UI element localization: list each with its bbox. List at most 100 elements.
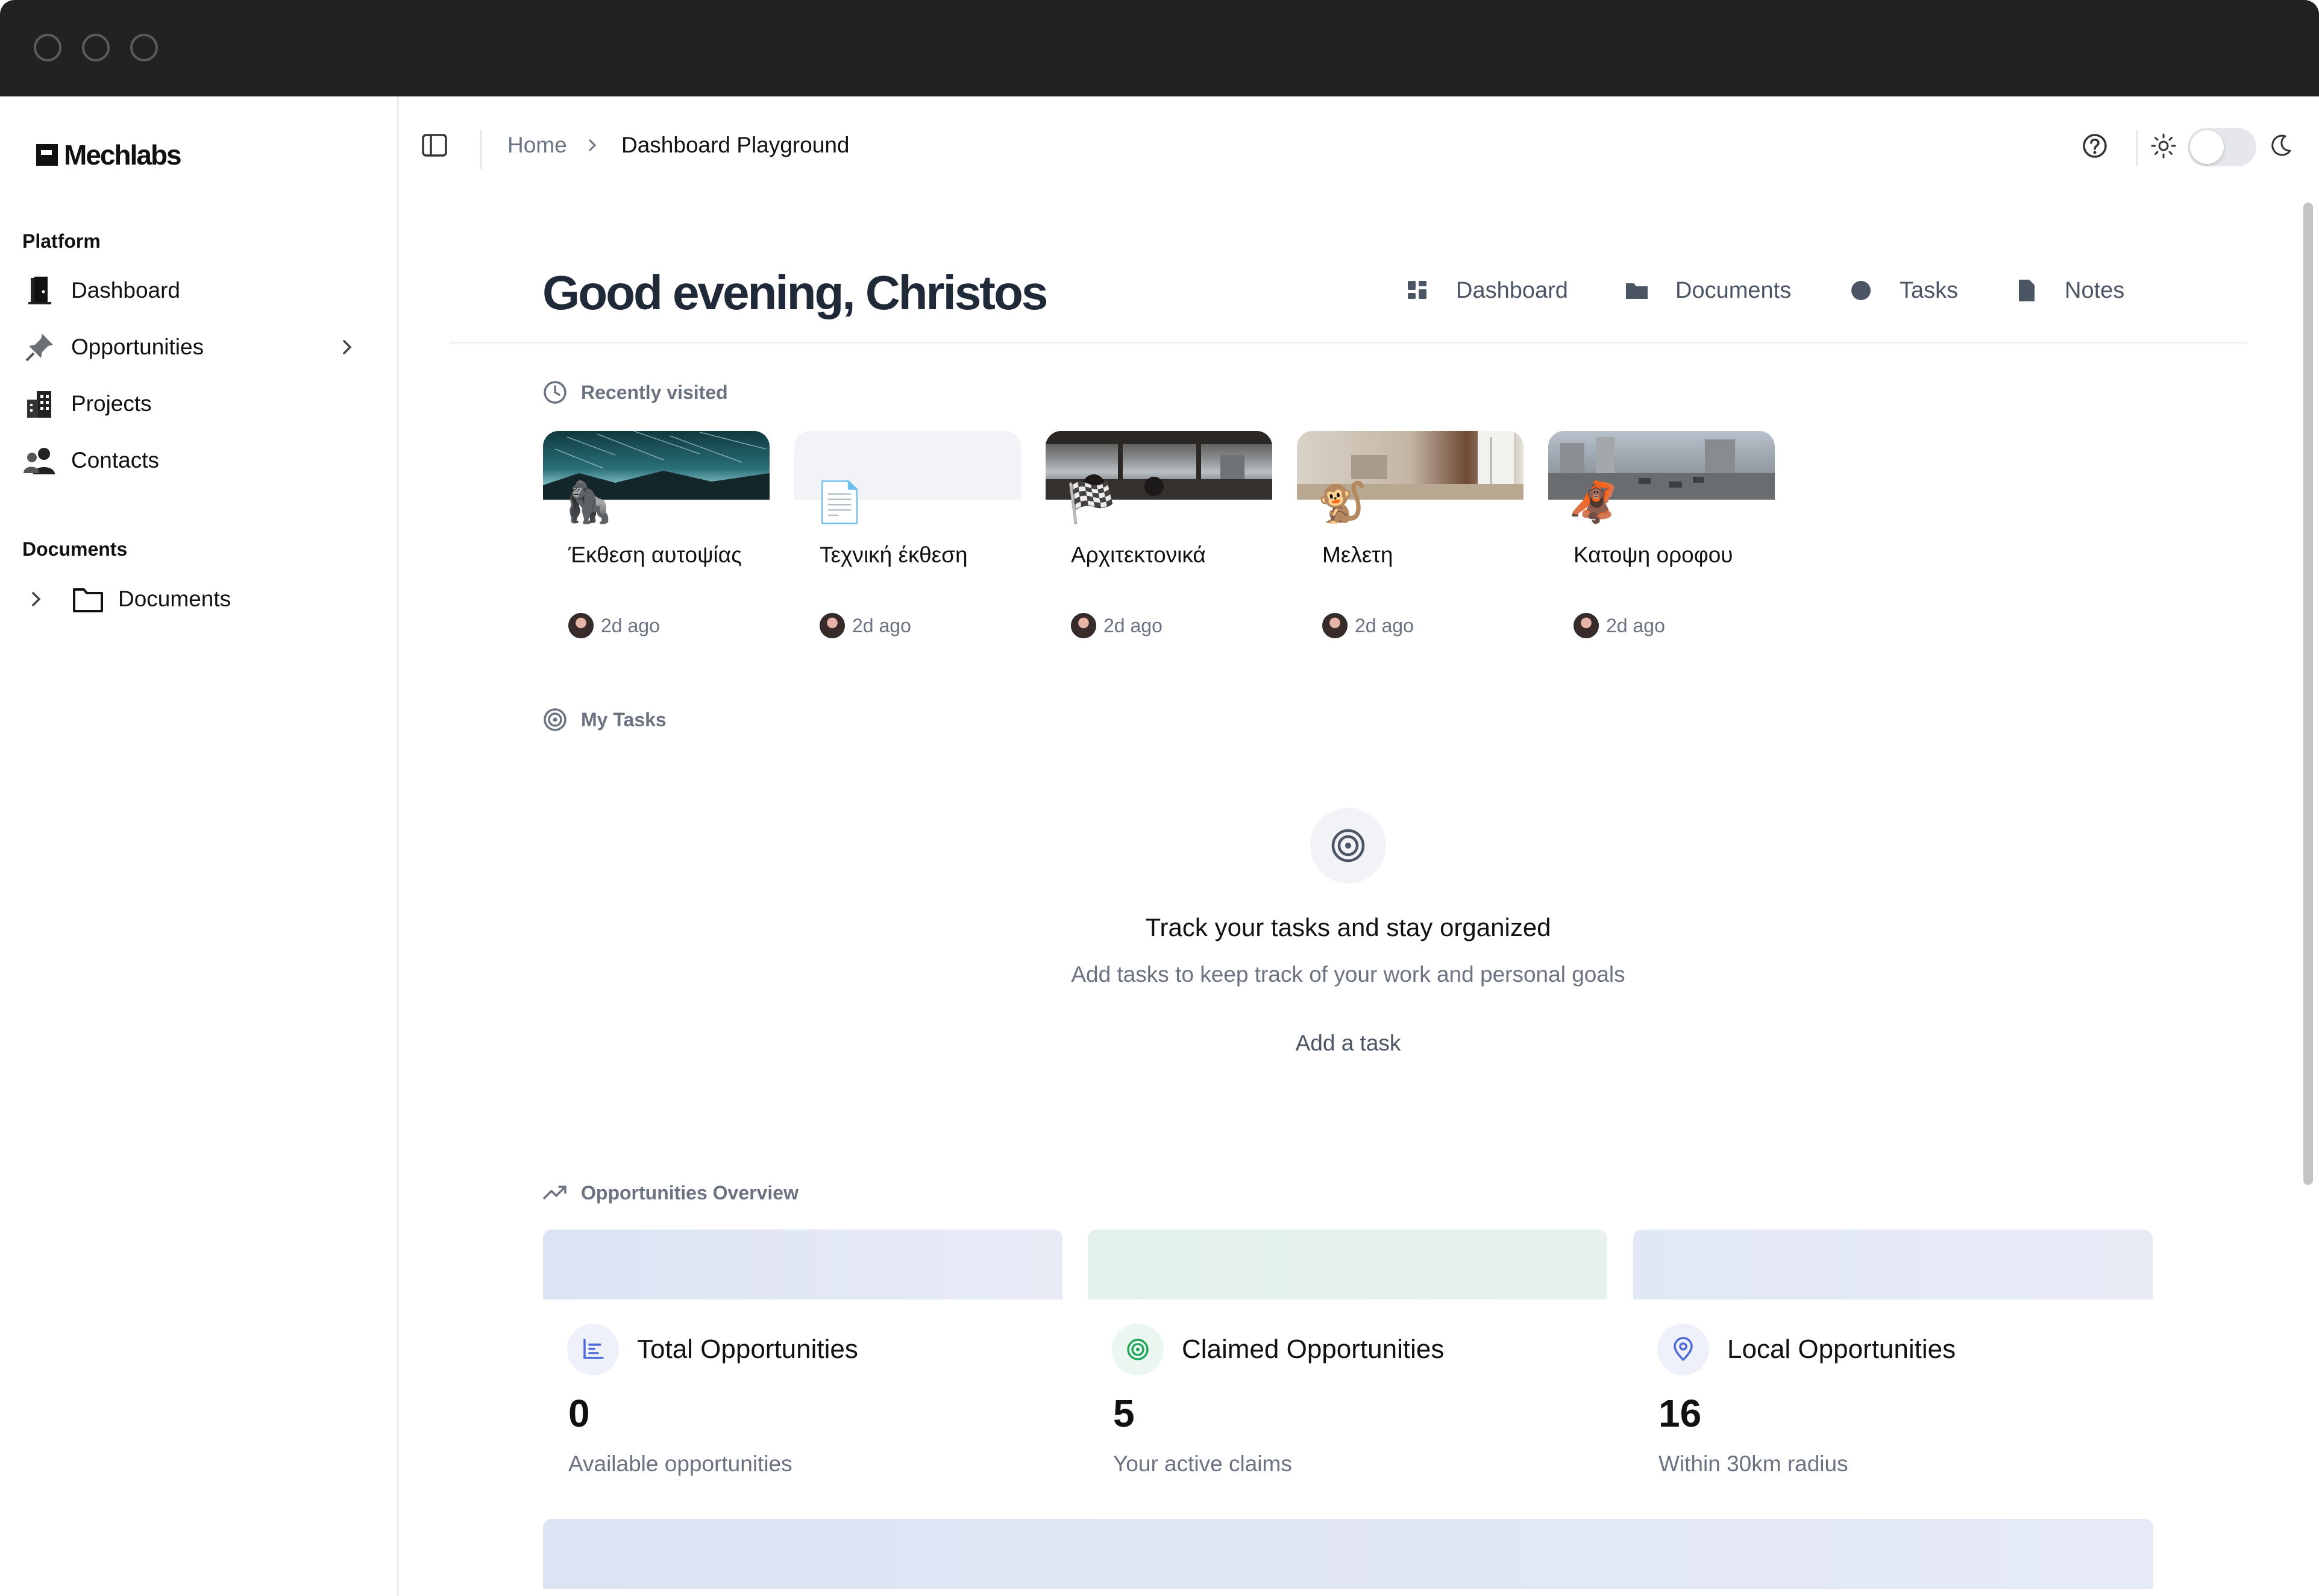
- stat-subtitle: Your active claims: [1113, 1451, 1292, 1476]
- recent-card[interactable]: 🦍 Έκθεση αυτοψίας 2d ago: [543, 431, 770, 648]
- tasks-empty-title: Track your tasks and stay organized: [1145, 913, 1551, 941]
- next-section-card: [543, 1519, 2153, 1589]
- card-meta: 2d ago: [820, 613, 911, 638]
- card-meta: 2d ago: [568, 613, 660, 638]
- card-title: Τεχνική έκθεση: [820, 542, 968, 567]
- sidebar-item-projects[interactable]: Projects: [22, 380, 377, 428]
- toolbar-divider: [480, 130, 482, 169]
- stat-card-total-opportunities[interactable]: Total Opportunities 0 Available opportun…: [543, 1230, 1062, 1483]
- card-title: Έκθεση αυτοψίας: [568, 542, 742, 567]
- card-meta: 2d ago: [1574, 613, 1665, 638]
- window-maximize-button[interactable]: [130, 34, 158, 61]
- help-icon[interactable]: [2080, 131, 2109, 160]
- sidebar-group-documents: Documents: [22, 538, 128, 560]
- stat-value: 16: [1658, 1392, 1702, 1435]
- chevron-right-icon[interactable]: [335, 335, 359, 359]
- stat-icon: [567, 1324, 619, 1375]
- breadcrumb-current[interactable]: Dashboard Playground: [621, 133, 849, 158]
- card-meta: 2d ago: [1071, 613, 1163, 638]
- brand-logo[interactable]: Mechlabs: [36, 139, 182, 171]
- file-icon: [2019, 280, 2035, 301]
- target-icon: [544, 708, 566, 731]
- stat-card-claimed-opportunities[interactable]: Claimed Opportunities 5 Your active clai…: [1088, 1230, 1607, 1483]
- card-timestamp: 2d ago: [1606, 614, 1665, 636]
- sidebar-group-platform: Platform: [22, 230, 101, 252]
- avatar: [1574, 613, 1599, 638]
- card-emoji-icon: 🏁: [1066, 480, 1116, 524]
- card-timestamp: 2d ago: [852, 614, 911, 636]
- card-title: Αρχιτεκτονικά: [1071, 542, 1206, 567]
- stat-value: 5: [1113, 1392, 1135, 1435]
- card-timestamp: 2d ago: [1103, 614, 1163, 636]
- quicknav-label: Tasks: [1900, 277, 1959, 303]
- card-timestamp: 2d ago: [601, 614, 660, 636]
- sidebar-item-documents-folder[interactable]: Documents: [24, 575, 380, 623]
- door-icon: [22, 272, 58, 309]
- recent-card[interactable]: 🦧 Κατοψη οροφου 2d ago: [1548, 431, 1775, 648]
- avatar: [1322, 613, 1348, 638]
- trending-up-icon: [543, 1186, 566, 1199]
- folder-icon: [1626, 283, 1648, 299]
- target-icon: [1127, 1339, 1149, 1360]
- card-emoji-icon: 🦧: [1569, 480, 1619, 524]
- sidebar-item-label: Projects: [71, 391, 152, 416]
- stat-title: Local Opportunities: [1727, 1334, 1956, 1364]
- add-task-button[interactable]: Add a task: [1258, 1031, 1439, 1056]
- stat-icon: [1112, 1324, 1164, 1375]
- pushpin-icon: [22, 329, 58, 365]
- section-opportunities-overview: Opportunities Overview: [542, 1180, 799, 1205]
- card-emoji-icon: 📄: [815, 480, 865, 524]
- sidebar-toggle-icon[interactable]: [421, 133, 448, 158]
- sidebar-item-contacts[interactable]: Contacts: [22, 436, 377, 485]
- section-my-tasks: My Tasks: [542, 707, 667, 732]
- moon-icon[interactable]: [2267, 133, 2294, 159]
- avatar: [820, 613, 845, 638]
- recent-card[interactable]: 🏁 Αρχιτεκτονικά 2d ago: [1046, 431, 1272, 648]
- card-timestamp: 2d ago: [1355, 614, 1414, 636]
- page-title: Good evening, Christos: [542, 266, 1048, 319]
- chevron-right-icon[interactable]: [24, 587, 48, 611]
- stat-icon: [1657, 1324, 1709, 1375]
- building-icon: [22, 386, 58, 422]
- card-emoji-icon: 🐒: [1317, 480, 1367, 524]
- window-minimize-button[interactable]: [82, 34, 110, 61]
- toolbar-divider: [2136, 130, 2138, 166]
- stat-card-local-opportunities[interactable]: Local Opportunities 16 Within 30km radiu…: [1633, 1230, 2153, 1483]
- target-icon: [1331, 829, 1365, 862]
- window-titlebar: [0, 0, 2319, 96]
- stat-card-band: [1633, 1230, 2153, 1299]
- breadcrumb-home[interactable]: Home: [507, 133, 567, 158]
- card-meta: 2d ago: [1322, 613, 1414, 638]
- theme-toggle[interactable]: [2188, 128, 2256, 166]
- section-title-label: Opportunities Overview: [581, 1181, 799, 1204]
- sidebar: Mechlabs Platform Dashboard Opportunitie…: [0, 96, 399, 1596]
- quicknav-documents[interactable]: Documents: [1624, 277, 1791, 304]
- sun-icon[interactable]: [2150, 133, 2177, 159]
- bar-chart-icon: [583, 1339, 604, 1359]
- quicknav-tasks[interactable]: Tasks: [1848, 277, 1958, 304]
- quicknav-notes[interactable]: Notes: [2013, 277, 2124, 304]
- stat-card-band: [1088, 1230, 1607, 1299]
- recent-card[interactable]: 🐒 Μελετη 2d ago: [1297, 431, 1524, 648]
- sidebar-item-label: Contacts: [71, 448, 160, 473]
- scrollbar[interactable]: [2303, 203, 2313, 1185]
- stat-title: Total Opportunities: [637, 1334, 858, 1364]
- recent-card[interactable]: 📄 Τεχνική έκθεση 2d ago: [794, 431, 1021, 648]
- circle-icon: [1851, 281, 1871, 300]
- breadcrumb-separator-icon: [589, 139, 597, 151]
- quicknav-dashboard[interactable]: Dashboard: [1404, 277, 1568, 304]
- window-close-button[interactable]: [34, 34, 61, 61]
- clock-icon: [544, 381, 566, 404]
- grid-icon: [1408, 281, 1426, 299]
- quicknav-label: Documents: [1675, 277, 1792, 303]
- section-title-label: My Tasks: [581, 708, 667, 730]
- avatar: [1071, 613, 1096, 638]
- avatar: [568, 613, 594, 638]
- theme-toggle-knob: [2190, 130, 2224, 164]
- sidebar-item-dashboard[interactable]: Dashboard: [22, 266, 377, 315]
- sidebar-item-label: Dashboard: [71, 278, 181, 303]
- tasks-empty-icon: [1310, 808, 1386, 884]
- quicknav-label: Notes: [2065, 277, 2125, 303]
- sidebar-item-opportunities[interactable]: Opportunities: [22, 323, 377, 371]
- sidebar-item-label: Opportunities: [71, 335, 204, 359]
